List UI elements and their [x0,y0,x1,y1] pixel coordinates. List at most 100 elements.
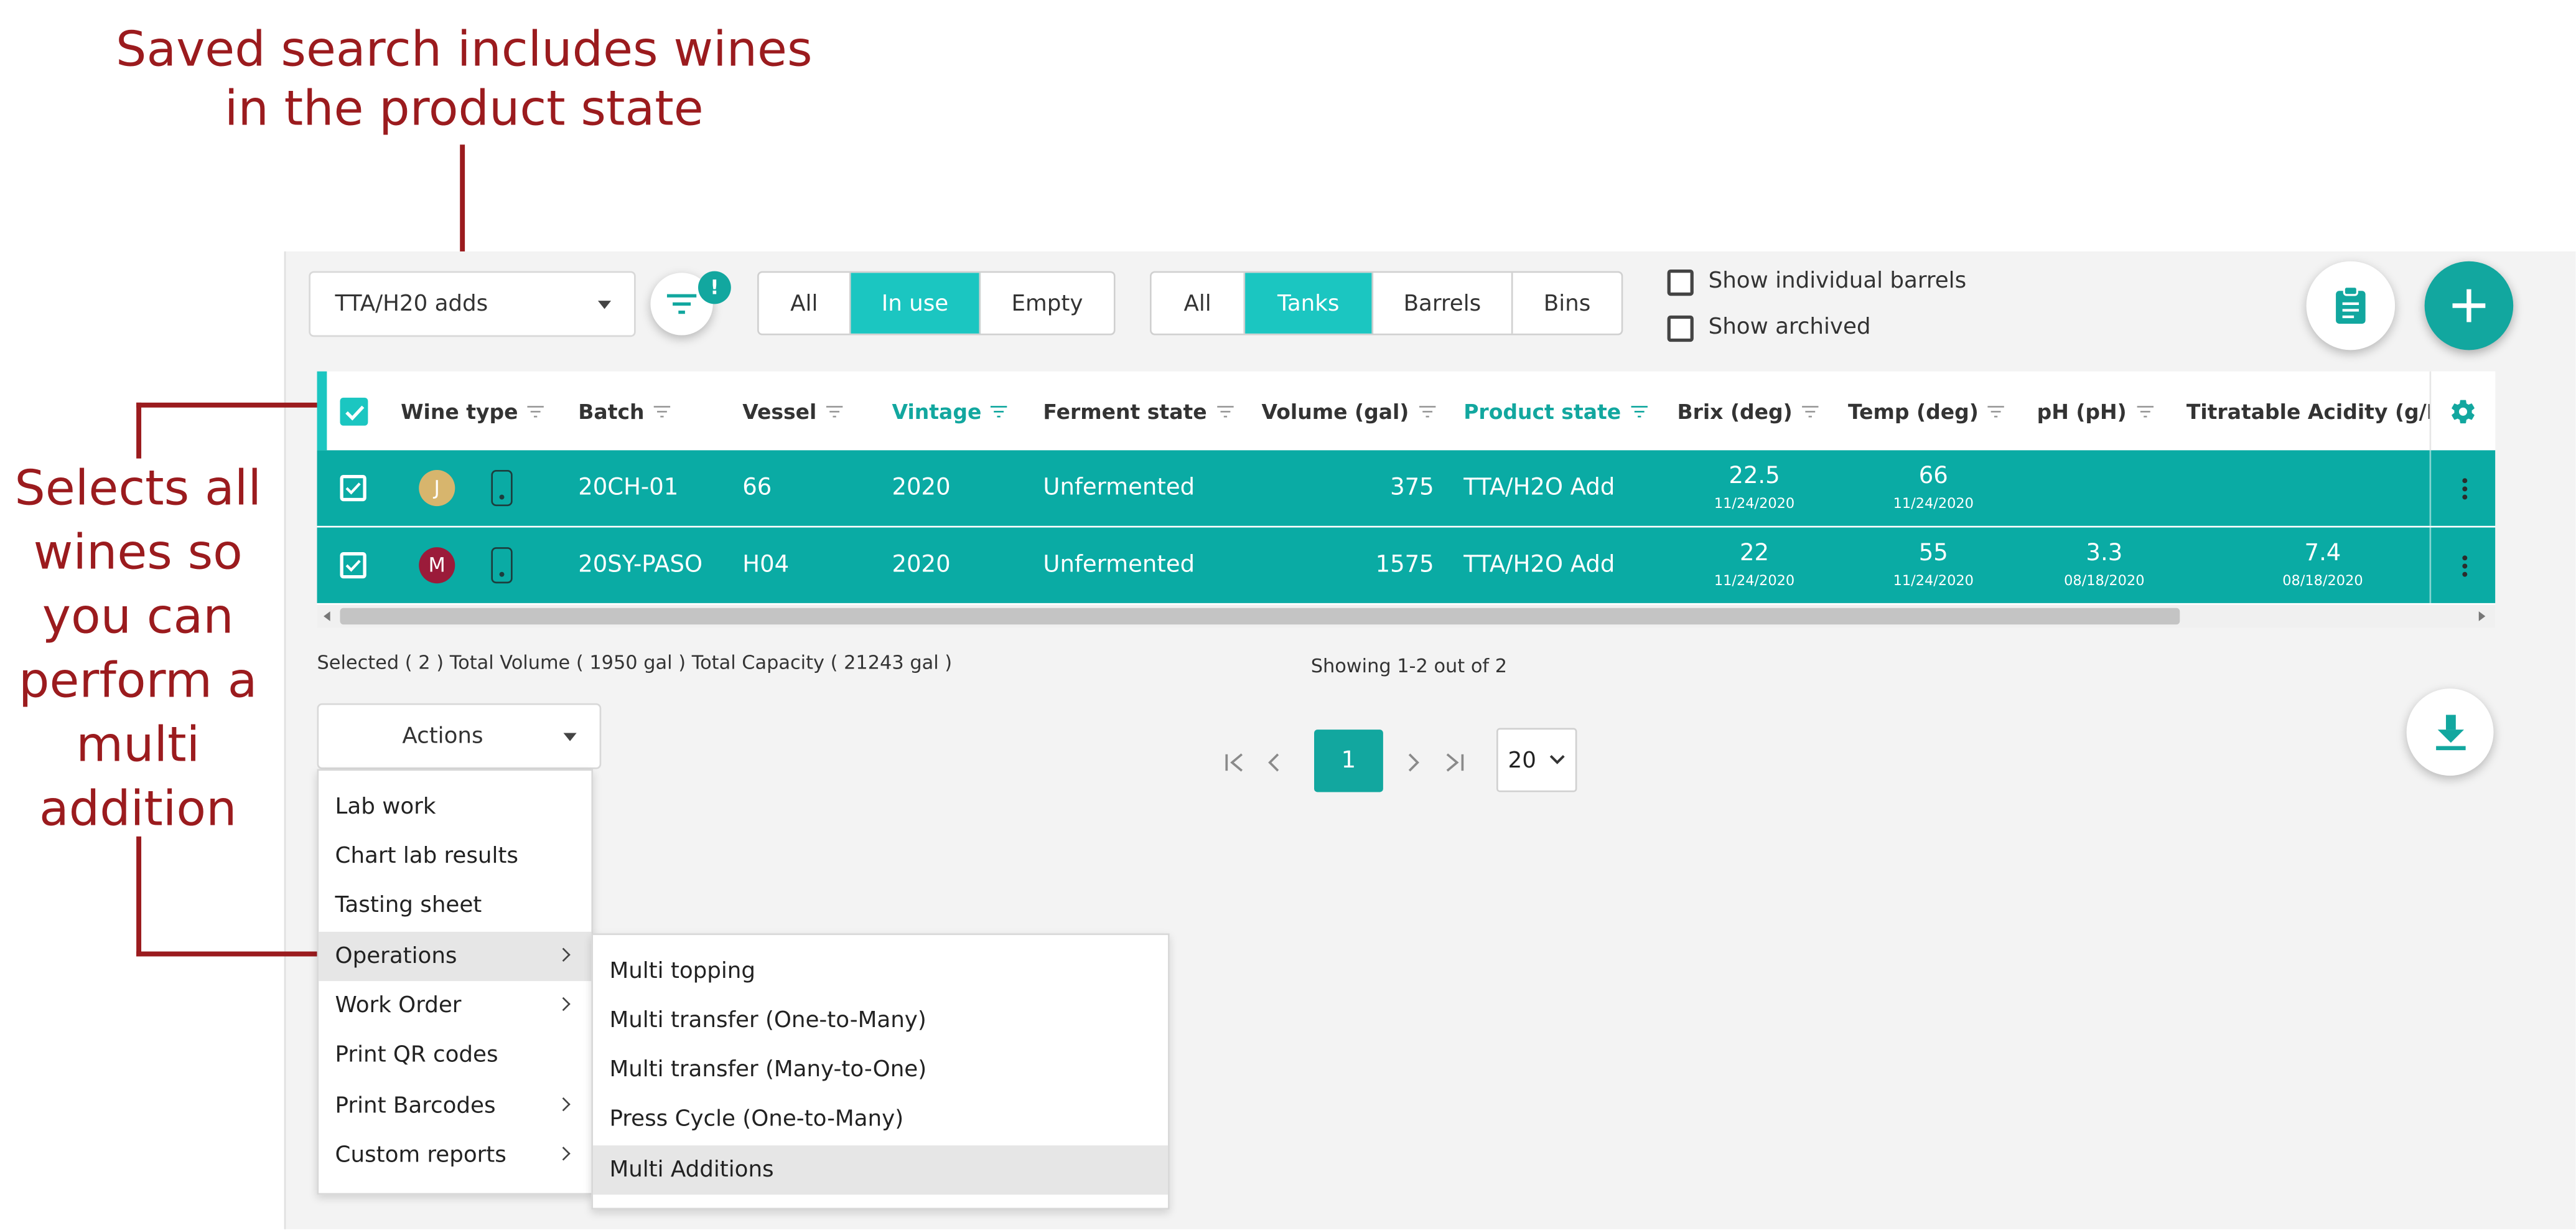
more-vertical-icon [2462,477,2466,499]
menu-item-label: Operations [335,943,457,970]
vintage-cell: 2020 [892,552,951,579]
ph-date: 08/18/2020 [2064,573,2145,589]
column-header-ferment-state[interactable]: Ferment state [1043,372,1233,451]
row-menu-button[interactable] [2429,450,2497,526]
filter-icon[interactable] [1988,405,2005,417]
page-size-select[interactable]: 20 [1496,728,1577,792]
gear-icon [2452,399,2475,423]
product-state-cell: TTA/H2O Add [1463,474,1615,502]
state-filter-all[interactable]: All [759,273,851,334]
state-filter-in-use[interactable]: In use [851,273,981,334]
chevron-down-icon [597,301,612,309]
clipboard-button[interactable] [2306,261,2396,350]
show-individual-barrels-checkbox[interactable] [1667,269,1694,296]
avatar: J [419,470,455,507]
menu-item-label: Custom reports [335,1142,506,1169]
show-archived-checkbox[interactable] [1667,315,1694,342]
last-page-button[interactable] [1442,749,1465,781]
filter-icon[interactable] [1216,405,1233,417]
submenu-item-multi-topping[interactable]: Multi topping [593,947,1168,996]
temp-cell: 66 11/24/2020 [1868,450,1999,525]
temp-date: 11/24/2020 [1893,495,1974,512]
menu-item-print-barcodes[interactable]: Print Barcodes [319,1081,591,1130]
menu-item-chart-lab-results[interactable]: Chart lab results [319,832,591,881]
filter-icon[interactable] [1631,405,1648,417]
column-header-brix[interactable]: Brix (deg) [1677,372,1819,451]
saved-search-dropdown[interactable]: TTA/H20 adds [309,271,636,337]
menu-item-custom-reports[interactable]: Custom reports [319,1130,591,1180]
chevron-right-icon [556,997,571,1012]
column-header-ph[interactable]: pH (pH) [2037,372,2154,451]
select-all-checkbox[interactable] [340,397,368,426]
vessel-filter-tanks[interactable]: Tanks [1245,273,1374,334]
column-header-volume[interactable]: Volume (gal) [1262,372,1435,451]
column-header-titratable-acidity[interactable]: Titratable Acidity (g/L) [2186,372,2449,451]
add-button[interactable] [2424,261,2514,350]
horizontal-scrollbar[interactable] [317,604,2496,628]
row-checkbox[interactable] [340,474,366,502]
volume-cell: 375 [1390,474,1434,502]
vessel-filter-barrels[interactable]: Barrels [1373,273,1513,334]
filter-icon[interactable] [826,405,843,417]
scroll-left-icon[interactable] [324,611,330,621]
filter-alert-badge: ! [698,271,731,304]
column-settings-button[interactable] [2429,371,2496,451]
download-icon [2435,714,2465,749]
filter-icon[interactable] [1802,405,1819,417]
column-header-wine-type[interactable]: Wine type [401,372,544,451]
page-button-current[interactable]: 1 [1314,730,1383,792]
state-filter-empty[interactable]: Empty [981,273,1114,334]
selection-summary: Selected ( 2 ) Total Volume ( 1950 gal )… [317,650,953,674]
scroll-right-icon[interactable] [2478,611,2486,621]
chevron-right-icon [556,947,571,962]
filter-icon[interactable] [528,405,544,417]
menu-item-print-qr-codes[interactable]: Print QR codes [319,1030,591,1079]
submenu-item-multi-transfer-many-to-one[interactable]: Multi transfer (Many-to-One) [593,1045,1168,1094]
menu-item-operations[interactable]: Operations [319,931,592,982]
batch-cell: 20CH-01 [578,474,679,502]
menu-item-lab-work[interactable]: Lab work [319,782,591,832]
vessel-filter-bins[interactable]: Bins [1513,273,1621,334]
brix-date: 11/24/2020 [1714,573,1795,589]
column-label: Vintage [892,398,982,423]
filter-icon[interactable] [991,405,1008,417]
ta-value: 7.4 [2304,540,2341,566]
menu-item-label: Work Order [335,992,462,1019]
column-label: Temp (deg) [1848,398,1979,423]
column-header-product-state[interactable]: Product state [1463,372,1648,451]
filter-icon[interactable] [2136,405,2154,417]
annotation-connector [136,836,142,957]
column-label: Volume (gal) [1261,398,1409,423]
table-row[interactable]: M 20SY-PASO H04 2020 Unfermented 1575 TT… [317,527,2496,603]
annotation-connector [136,951,324,957]
actions-dropdown[interactable]: Actions [317,703,602,769]
column-header-vessel[interactable]: Vessel [742,372,843,451]
menu-item-work-order[interactable]: Work Order [319,981,591,1030]
column-header-temp[interactable]: Temp (deg) [1848,372,2005,451]
plus-icon [2452,289,2486,322]
submenu-item-press-cycle[interactable]: Press Cycle (One-to-Many) [593,1094,1168,1143]
next-page-button[interactable] [1403,749,1423,781]
row-checkbox[interactable] [340,552,366,579]
vessel-filter-all[interactable]: All [1152,273,1246,334]
show-individual-barrels-label: Show individual barrels [1708,268,1967,294]
chevron-left-icon [1268,753,1279,772]
filter-icon[interactable] [654,405,671,417]
table-row[interactable]: J 20CH-01 66 2020 Unfermented 375 TTA/H2… [317,450,2497,526]
download-button[interactable] [2406,688,2494,776]
ferment-state-cell: Unfermented [1043,474,1195,502]
submenu-item-multi-transfer-one-to-many[interactable]: Multi transfer (One-to-Many) [593,996,1168,1045]
column-header-vintage[interactable]: Vintage [892,372,1008,451]
row-checkbox-cell [340,527,366,603]
vintage-cell: 2020 [892,474,951,502]
prev-page-button[interactable] [1265,749,1285,781]
first-page-button[interactable] [1224,749,1247,781]
menu-item-tasting-sheet[interactable]: Tasting sheet [319,881,591,930]
scrollbar-thumb[interactable] [340,608,2180,625]
row-menu-button[interactable] [2429,527,2497,603]
submenu-item-multi-additions[interactable]: Multi Additions [593,1145,1169,1195]
temp-value: 66 [1918,462,1948,489]
filter-icon[interactable] [1419,405,1435,417]
volume-cell: 1575 [1375,552,1434,579]
column-header-batch[interactable]: Batch [578,372,671,451]
